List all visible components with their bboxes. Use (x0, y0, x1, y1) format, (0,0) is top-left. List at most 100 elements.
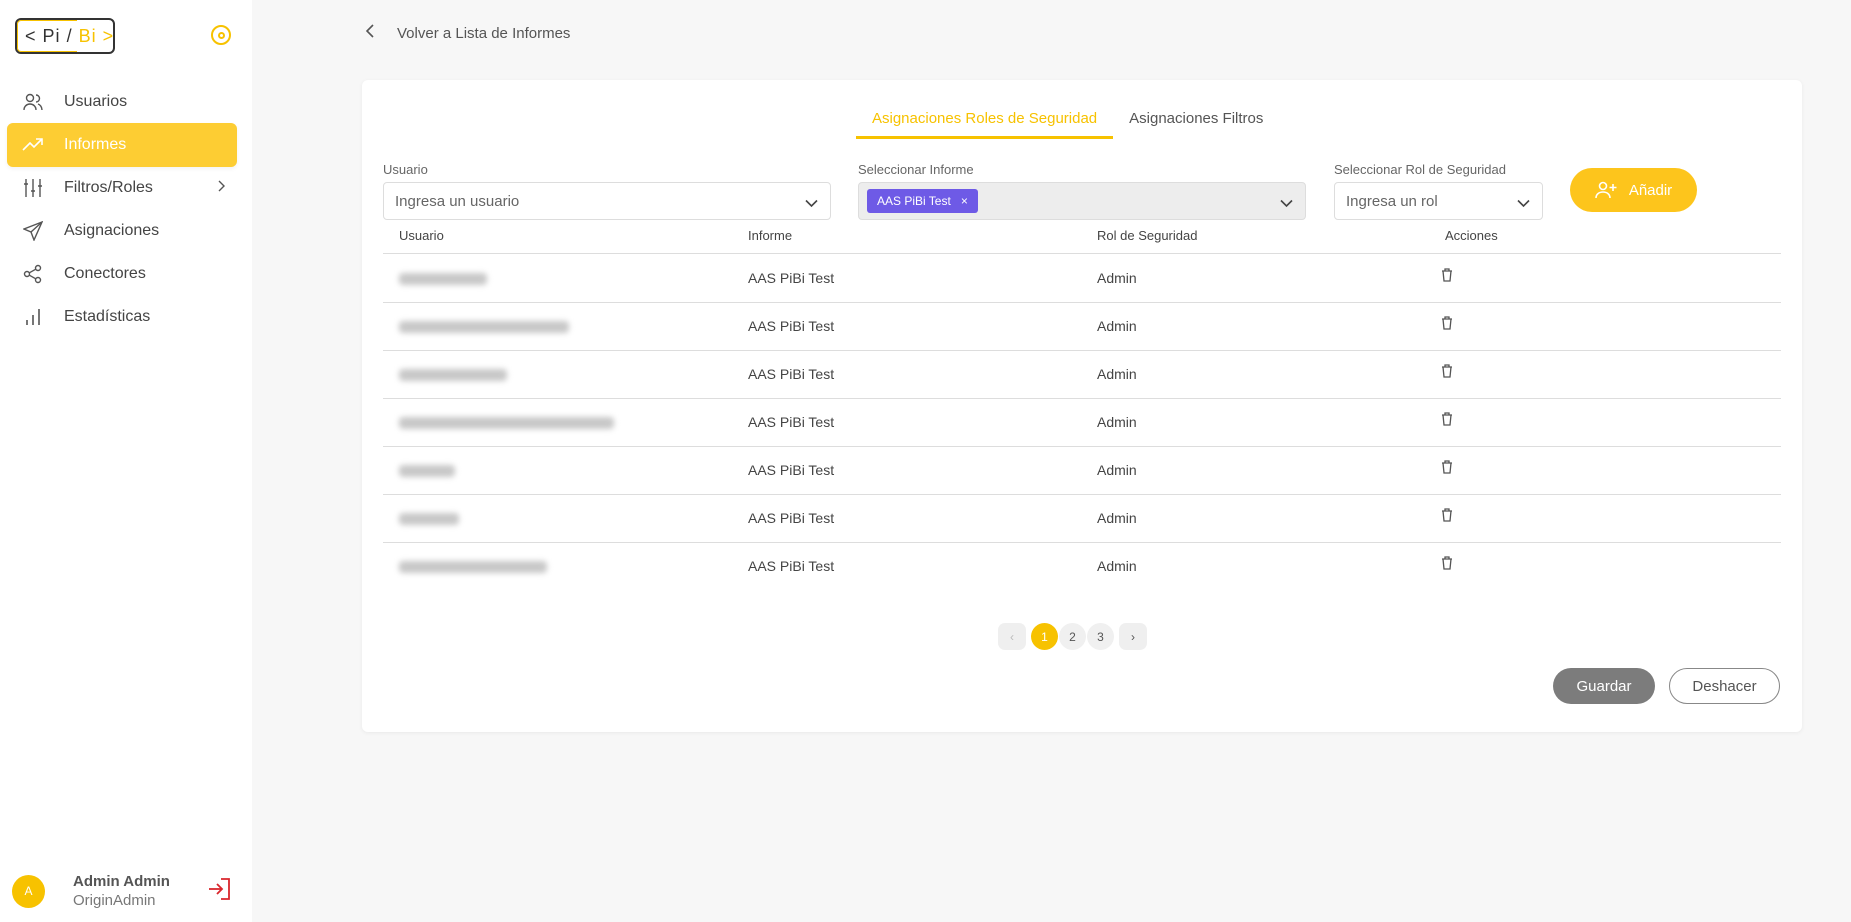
delete-icon[interactable] (1441, 412, 1453, 429)
chevron-down-icon (1517, 195, 1530, 212)
chip-remove-icon[interactable]: × (961, 194, 968, 208)
table-row: AAS PiBi Test Admin (383, 255, 1781, 303)
delete-icon[interactable] (1441, 508, 1453, 525)
delete-icon[interactable] (1441, 556, 1453, 573)
delete-icon[interactable] (1441, 316, 1453, 333)
chevron-left-icon (365, 24, 375, 42)
collapse-sidebar-icon[interactable] (211, 25, 231, 45)
prev-page-button[interactable]: ‹ (998, 623, 1026, 650)
sidebar-item-estadisticas[interactable]: Estadísticas (7, 295, 237, 339)
pibi-logo[interactable]: < Pi / Bi > (15, 18, 115, 54)
sidebar: < Pi / Bi > Usuarios Informes Filtros/Ro… (0, 0, 252, 922)
avatar[interactable]: A (12, 874, 45, 908)
user-org: OriginAdmin (73, 892, 156, 909)
delete-icon[interactable] (1441, 364, 1453, 381)
tab-filters[interactable]: Asignaciones Filtros (1113, 110, 1279, 139)
add-assignment-button[interactable]: Añadir (1570, 168, 1697, 212)
sidebar-item-label: Asignaciones (64, 222, 160, 239)
chevron-right-icon (217, 179, 225, 197)
page-1-button[interactable]: 1 (1031, 623, 1058, 650)
undo-button[interactable]: Deshacer (1669, 668, 1780, 704)
report-select[interactable]: AAS PiBi Test × (858, 182, 1306, 220)
page-2-button[interactable]: 2 (1059, 623, 1086, 650)
assignments-card: Asignaciones Roles de Seguridad Asignaci… (362, 80, 1802, 732)
row-rol: Admin (1097, 558, 1137, 574)
logo-left-bracket: < (25, 25, 37, 46)
sliders-icon (22, 177, 44, 199)
row-informe: AAS PiBi Test (748, 270, 835, 286)
trend-icon (22, 134, 44, 156)
sidebar-item-label: Filtros/Roles (64, 179, 153, 196)
tabs: Asignaciones Roles de Seguridad Asignaci… (856, 110, 1279, 139)
delete-icon[interactable] (1441, 268, 1453, 285)
sidebar-item-filtros-roles[interactable]: Filtros/Roles (7, 166, 237, 210)
row-rol: Admin (1097, 510, 1137, 526)
logo-pi: Pi (42, 25, 61, 46)
back-link[interactable]: Volver a Lista de Informes (365, 24, 571, 42)
table-row: AAS PiBi Test Admin (383, 543, 1781, 591)
sidebar-item-usuarios[interactable]: Usuarios (7, 80, 237, 124)
row-informe: AAS PiBi Test (748, 510, 835, 526)
row-rol: Admin (1097, 366, 1137, 382)
row-rol: Admin (1097, 414, 1137, 430)
column-header-rol: Rol de Seguridad (1097, 228, 1198, 243)
report-chip: AAS PiBi Test × (867, 189, 978, 213)
redacted-user (399, 273, 487, 285)
sidebar-item-label: Usuarios (64, 93, 128, 110)
page-3-button[interactable]: 3 (1087, 623, 1114, 650)
sidebar-item-label: Informes (64, 136, 127, 153)
role-select-placeholder: Ingresa un rol (1346, 192, 1438, 210)
report-field-label: Seleccionar Informe (858, 162, 974, 177)
bar-chart-icon (22, 306, 44, 328)
role-select[interactable]: Ingresa un rol (1334, 182, 1543, 220)
pagination: ‹ 1 2 3 › (998, 623, 1148, 650)
add-user-icon (1595, 181, 1617, 199)
user-select[interactable]: Ingresa un usuario (383, 182, 831, 220)
row-informe: AAS PiBi Test (748, 318, 835, 334)
logo-right-bracket: > (102, 25, 115, 46)
add-button-label: Añadir (1628, 181, 1673, 199)
sidebar-item-informes[interactable]: Informes (7, 123, 237, 167)
next-page-button[interactable]: › (1119, 623, 1147, 650)
chevron-down-icon (1280, 195, 1293, 212)
redacted-user (399, 513, 459, 525)
row-informe: AAS PiBi Test (748, 558, 835, 574)
share-icon (22, 263, 44, 285)
row-rol: Admin (1097, 318, 1137, 334)
logo-separator: / (66, 25, 73, 46)
sidebar-item-label: Estadísticas (64, 308, 151, 325)
column-header-informe: Informe (748, 228, 793, 243)
redacted-user (399, 369, 507, 381)
table-row: AAS PiBi Test Admin (383, 303, 1781, 351)
redacted-user (399, 465, 455, 477)
sidebar-item-conectores[interactable]: Conectores (7, 252, 237, 296)
report-chip-label: AAS PiBi Test (877, 194, 951, 208)
user-field-label: Usuario (383, 162, 428, 177)
back-link-label: Volver a Lista de Informes (397, 24, 571, 42)
save-button[interactable]: Guardar (1553, 668, 1655, 704)
table-header: Usuario Informe Rol de Seguridad Accione… (383, 222, 1781, 254)
user-select-placeholder: Ingresa un usuario (395, 192, 520, 210)
delete-icon[interactable] (1441, 460, 1453, 477)
users-icon (22, 91, 44, 113)
tab-security-roles[interactable]: Asignaciones Roles de Seguridad (856, 110, 1114, 139)
table-row: AAS PiBi Test Admin (383, 447, 1781, 495)
sidebar-nav: Usuarios Informes Filtros/Roles Asignaci… (7, 80, 237, 338)
column-header-acciones: Acciones (1445, 228, 1498, 243)
row-informe: AAS PiBi Test (748, 414, 835, 430)
row-informe: AAS PiBi Test (748, 366, 835, 382)
logo-bi: Bi (78, 25, 97, 46)
redacted-user (399, 321, 569, 333)
logout-icon[interactable] (207, 878, 231, 905)
column-header-usuario: Usuario (399, 228, 444, 243)
sidebar-item-label: Conectores (64, 265, 146, 282)
redacted-user (399, 561, 547, 573)
user-profile: A Admin Admin OriginAdmin (12, 873, 170, 909)
role-field-label: Seleccionar Rol de Seguridad (1334, 162, 1506, 177)
send-icon (22, 220, 44, 242)
sidebar-item-asignaciones[interactable]: Asignaciones (7, 209, 237, 253)
table-row: AAS PiBi Test Admin (383, 351, 1781, 399)
redacted-user (399, 417, 614, 429)
row-rol: Admin (1097, 270, 1137, 286)
table-row: AAS PiBi Test Admin (383, 495, 1781, 543)
